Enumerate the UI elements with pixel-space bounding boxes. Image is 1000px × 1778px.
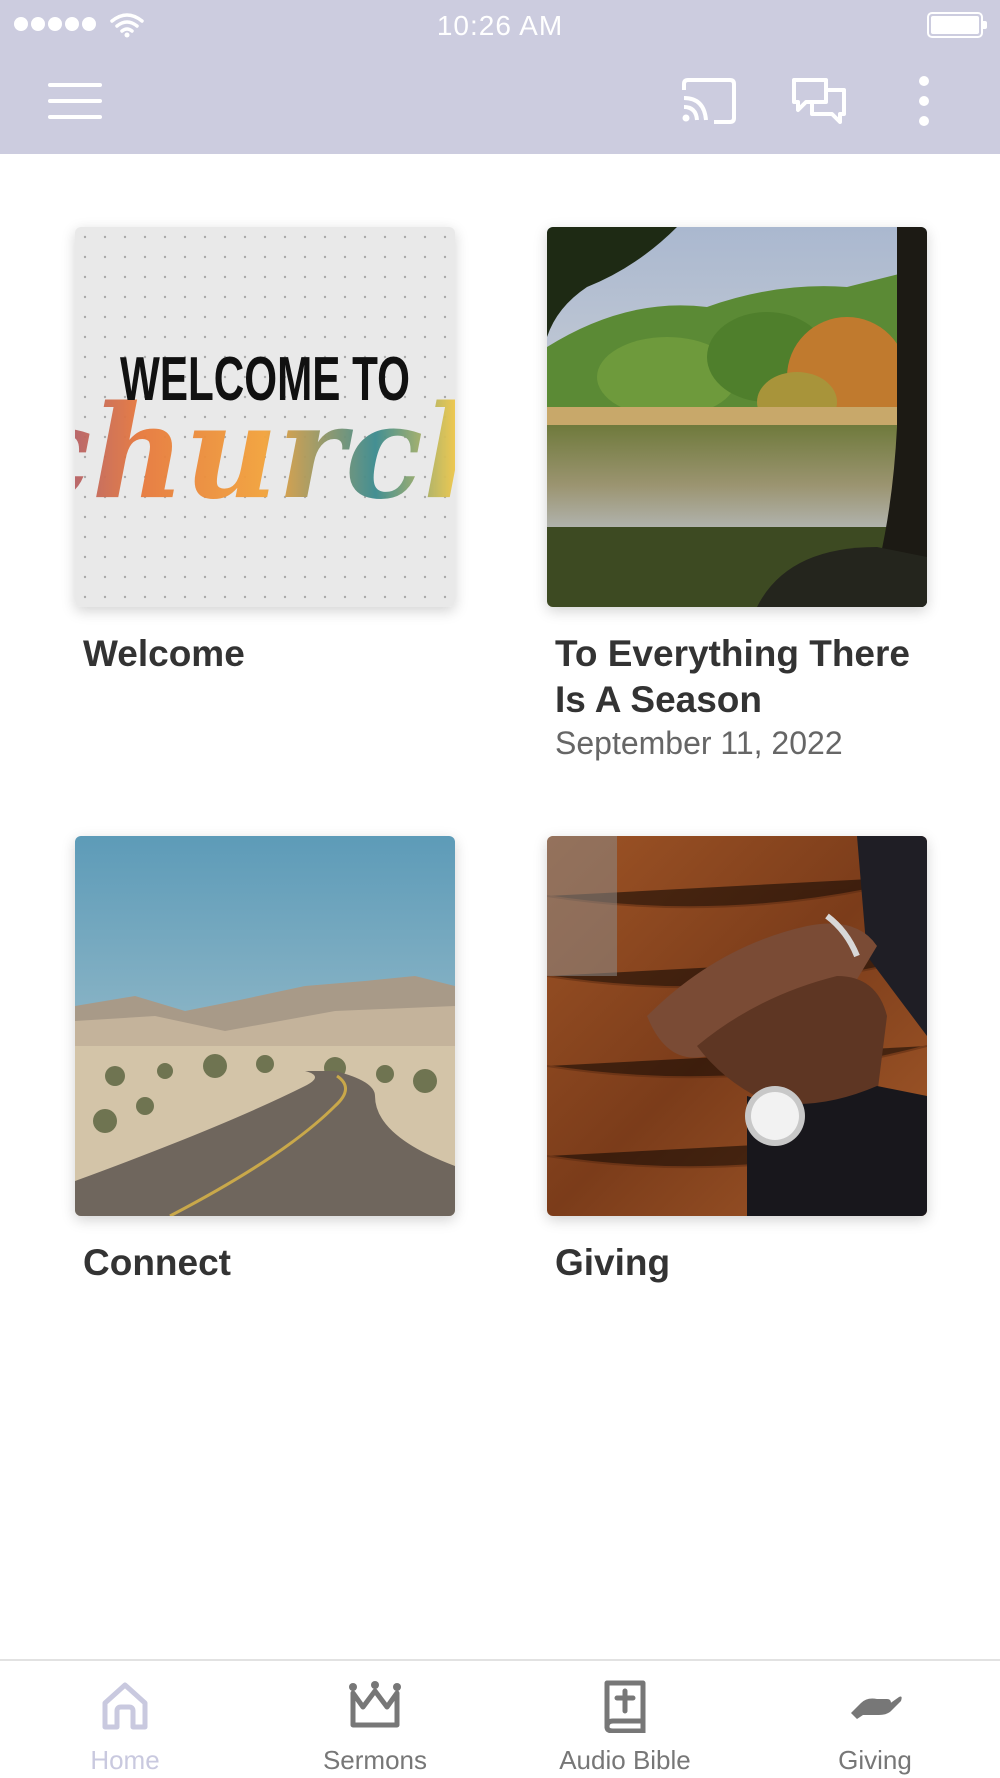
menu-icon <box>48 83 102 119</box>
tab-sermons[interactable]: Sermons <box>250 1661 500 1778</box>
card-title: Welcome <box>83 633 245 674</box>
home-icon <box>102 1682 148 1730</box>
app-bar <box>0 52 1000 154</box>
card-welcome[interactable]: church WELCOME TO Welcome <box>75 227 455 677</box>
status-time: 10:26 AM <box>436 10 564 41</box>
battery-icon <box>927 12 987 38</box>
tab-label: Home <box>90 1745 160 1775</box>
tab-label: Audio Bible <box>559 1745 691 1775</box>
crown-icon <box>349 1681 401 1728</box>
tab-home[interactable]: Home <box>0 1661 250 1778</box>
card-title: Giving <box>555 1242 671 1283</box>
connect-image <box>75 836 455 1216</box>
tab-giving[interactable]: Giving <box>750 1661 1000 1778</box>
chat-button[interactable] <box>790 76 848 126</box>
tab-label: Sermons <box>322 1745 428 1775</box>
chat-icon <box>792 78 846 124</box>
card-date: September 11, 2022 <box>555 725 843 761</box>
cast-icon <box>682 78 736 124</box>
status-bar: 10:26 AM <box>0 0 1000 52</box>
card-connect[interactable]: Connect <box>75 836 455 1286</box>
more-options-button[interactable] <box>912 74 936 128</box>
bible-icon <box>604 1680 646 1733</box>
welcome-headline-text: WELCOME TO <box>120 345 410 414</box>
card-giving[interactable]: Giving <box>547 836 927 1286</box>
giving-icon <box>851 1696 902 1719</box>
card-title: To Everything There Is A Season <box>555 633 910 720</box>
giving-image <box>547 836 927 1216</box>
tab-audio-bible[interactable]: Audio Bible <box>500 1661 750 1778</box>
more-vert-icon <box>919 76 929 126</box>
tab-label: Giving <box>838 1745 912 1775</box>
card-season[interactable]: To Everything There Is A Season Septembe… <box>547 227 927 763</box>
bottom-tab-bar: Home Sermons Audio Bible Giving <box>0 1659 1000 1778</box>
cast-button[interactable] <box>680 76 738 126</box>
menu-button[interactable] <box>48 82 104 122</box>
welcome-image: church WELCOME TO <box>75 227 455 607</box>
season-image <box>547 227 927 607</box>
card-title: Connect <box>83 1242 231 1283</box>
